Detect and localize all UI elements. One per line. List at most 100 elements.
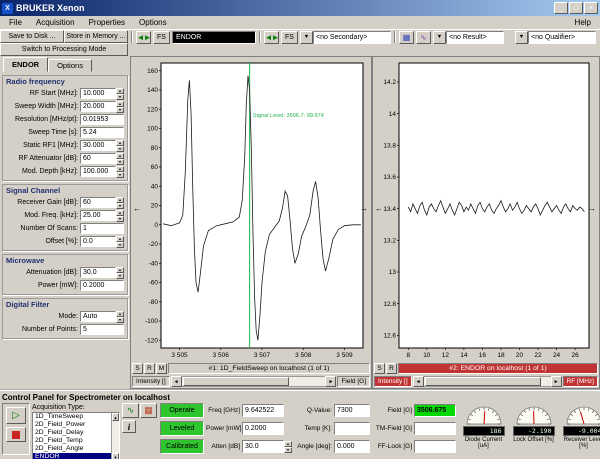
field-value[interactable]: 7300: [334, 404, 370, 417]
scroll-left-icon[interactable]: ◄: [170, 376, 182, 387]
list-scrollbar[interactable]: ▲ ▼: [111, 413, 119, 459]
result-graph-icon[interactable]: ∿: [416, 30, 431, 44]
spin-down-icon[interactable]: ▼: [116, 159, 124, 165]
spin-down-icon[interactable]: ▼: [116, 94, 124, 100]
menu-help[interactable]: Help: [568, 17, 598, 28]
scroll-thumb[interactable]: [182, 377, 290, 386]
menu-acquisition[interactable]: Acquisition: [29, 17, 82, 28]
list-item[interactable]: 2D_Field_Power: [33, 421, 111, 429]
spinner[interactable]: ▲ ▼: [116, 140, 124, 152]
spin-down-icon[interactable]: ▼: [284, 447, 292, 453]
viewer-r-button[interactable]: R: [386, 363, 397, 374]
tab-options[interactable]: Options: [48, 59, 92, 72]
list-item[interactable]: 2D_Field_Delay: [33, 429, 111, 437]
tune-icon[interactable]: ∿: [122, 403, 139, 418]
spin-down-icon[interactable]: ▼: [116, 273, 124, 279]
spinner[interactable]: ▲ ▼: [116, 166, 124, 178]
close-button[interactable]: ×: [584, 2, 598, 14]
pan-right-icon[interactable]: →: [360, 205, 368, 213]
scroll-down-icon[interactable]: ▼: [112, 453, 119, 459]
spinner[interactable]: ▲ ▼: [116, 197, 124, 209]
menu-file[interactable]: File: [2, 17, 29, 28]
scroll-thumb[interactable]: [424, 377, 542, 386]
scroll-right-icon[interactable]: ►: [325, 376, 337, 387]
menu-options[interactable]: Options: [132, 17, 174, 28]
store-in-memory-button[interactable]: Store in Memory ...: [64, 30, 128, 43]
viewer1-scrollbar[interactable]: ◄ ►: [170, 376, 337, 387]
viewer-s-button[interactable]: S: [374, 363, 385, 374]
spinner[interactable]: ▲ ▼: [116, 88, 124, 100]
field-value[interactable]: [414, 440, 456, 453]
param-input[interactable]: 0.01953: [80, 114, 124, 125]
spin-down-icon[interactable]: ▼: [116, 107, 124, 113]
switch-processing-mode-button[interactable]: Switch to Processing Mode: [0, 43, 128, 56]
spin-down-icon[interactable]: ▼: [116, 146, 124, 152]
viewer-s-button[interactable]: S: [132, 363, 143, 374]
secondary-dataset-field[interactable]: <no Secondary>: [313, 30, 391, 44]
spinner[interactable]: ▲ ▼: [116, 153, 124, 165]
save-to-disk-button[interactable]: Save to Disk ...: [0, 30, 64, 43]
tab-endor[interactable]: ENDOR: [3, 57, 49, 72]
result-dropdown-icon[interactable]: ▼: [433, 30, 446, 44]
spin-down-icon[interactable]: ▼: [116, 203, 124, 209]
fine-tune-icon[interactable]: ▦: [140, 403, 157, 418]
param-input[interactable]: Auto: [80, 311, 116, 322]
field-value[interactable]: 30.0: [242, 440, 284, 453]
result-field[interactable]: <no Result>: [446, 30, 504, 44]
pan-right-icon[interactable]: →: [588, 205, 596, 213]
spin-down-icon[interactable]: ▼: [116, 172, 124, 178]
minimize-button[interactable]: _: [554, 2, 568, 14]
param-input[interactable]: 25.00: [80, 210, 116, 221]
secondary-swap-icon[interactable]: ◄►: [264, 30, 279, 44]
list-item[interactable]: 2D_Field_Angle: [33, 445, 111, 453]
spinner[interactable]: ▲ ▼: [116, 267, 124, 279]
spin-down-icon[interactable]: ▼: [116, 242, 124, 248]
menu-properties[interactable]: Properties: [82, 17, 132, 28]
qualifier-dropdown-icon[interactable]: ▼: [515, 30, 528, 44]
field-value[interactable]: [414, 422, 456, 435]
spinner[interactable]: ▲ ▼: [116, 101, 124, 113]
param-input[interactable]: 60: [80, 153, 116, 164]
spin-down-icon[interactable]: ▼: [116, 317, 124, 323]
result-list-icon[interactable]: ▦: [399, 30, 414, 44]
secondary-fullscale-button[interactable]: FS: [281, 30, 298, 44]
list-item[interactable]: 1D_TimeSweep: [33, 413, 111, 421]
field-value[interactable]: [334, 422, 370, 435]
primary-dataset-display[interactable]: ENDOR: [172, 30, 256, 44]
param-input[interactable]: 20.000: [80, 101, 116, 112]
list-item[interactable]: 2D_Field_Temp: [33, 437, 111, 445]
scroll-left-icon[interactable]: ◄: [412, 376, 424, 387]
run-button[interactable]: ▷: [6, 407, 26, 424]
spin-down-icon[interactable]: ▼: [116, 216, 124, 222]
field-value[interactable]: 9.642522: [242, 404, 284, 417]
maximize-button[interactable]: □: [569, 2, 583, 14]
param-input[interactable]: 5: [80, 324, 124, 335]
pan-left-icon[interactable]: ←: [375, 205, 383, 213]
spinner[interactable]: ▲ ▼: [284, 441, 292, 453]
primary-fullscale-button[interactable]: FS: [153, 30, 170, 44]
endor-chart[interactable]: 14.2 14 13.8 13.6 13.4 13.2 13 12.8 12.6 8 10 12 14 1…: [373, 57, 599, 362]
viewer-m-button[interactable]: M: [156, 363, 167, 374]
pan-left-icon[interactable]: ←: [133, 205, 141, 213]
field-value[interactable]: 3506.675: [414, 404, 456, 417]
stop-button[interactable]: [6, 427, 26, 442]
param-input[interactable]: 30.0: [80, 267, 116, 278]
field-value[interactable]: 0.2000: [242, 422, 284, 435]
param-input[interactable]: 0.2000: [80, 280, 124, 291]
fieldsweep-chart[interactable]: 160 140 120 100 80 60 40 20 0 -20 -40 -60 -80 -100 -12…: [131, 57, 371, 362]
scroll-track[interactable]: [181, 376, 326, 387]
scroll-right-icon[interactable]: ►: [550, 376, 562, 387]
list-item[interactable]: ENDOR: [33, 453, 111, 459]
viewer2-scrollbar[interactable]: ◄ ►: [412, 376, 562, 387]
param-input[interactable]: 60: [80, 197, 116, 208]
spinner[interactable]: ▲ ▼: [116, 210, 124, 222]
scroll-track[interactable]: [423, 376, 551, 387]
scroll-track[interactable]: [112, 421, 119, 453]
scroll-up-icon[interactable]: ▲: [112, 413, 119, 421]
secondary-dropdown-icon[interactable]: ▼: [300, 30, 313, 44]
param-input[interactable]: 1: [80, 223, 124, 234]
spinner[interactable]: ▲ ▼: [116, 311, 124, 323]
primary-swap-icon[interactable]: ◄►: [136, 30, 151, 44]
qualifier-field[interactable]: <no Qualifier>: [528, 30, 596, 44]
field-value[interactable]: 0.000: [334, 440, 370, 453]
